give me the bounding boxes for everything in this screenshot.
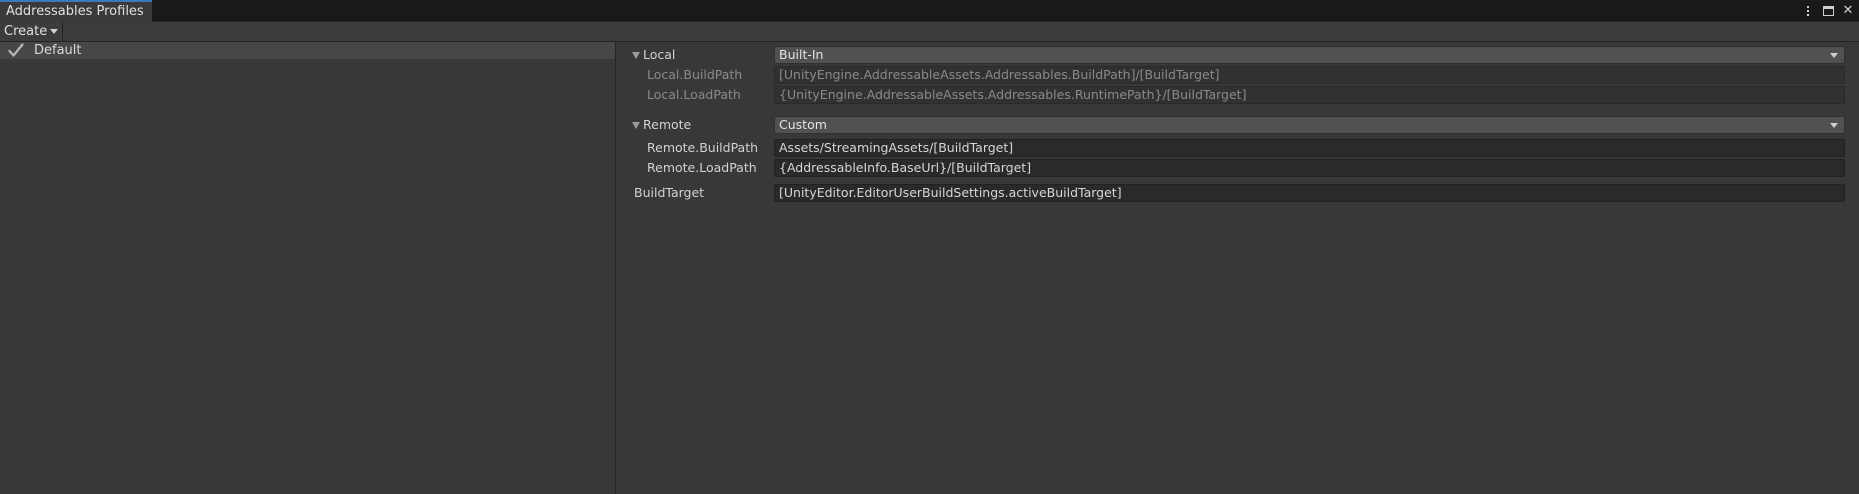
build-target-row: BuildTarget [UnityEditor.EditorUserBuild… <box>617 184 1859 202</box>
remote-build-path-row: Remote.BuildPath Assets/StreamingAssets/… <box>617 139 1859 157</box>
remote-type-dropdown[interactable]: Custom <box>774 116 1845 134</box>
remote-group-row: Remote Custom <box>617 116 1859 134</box>
profile-name: Default <box>34 43 82 58</box>
checkmark-icon <box>8 43 24 57</box>
foldout-arrow-icon[interactable] <box>632 52 640 59</box>
chevron-down-icon <box>50 29 59 34</box>
local-build-path-field: [UnityEngine.AddressableAssets.Addressab… <box>774 66 1845 84</box>
profile-list: Default <box>0 42 616 494</box>
create-button-label: Create <box>4 24 48 39</box>
local-type-value: Built-In <box>779 47 824 62</box>
kebab-menu-icon[interactable] <box>1801 3 1815 19</box>
local-load-path-field: {UnityEngine.AddressableAssets.Addressab… <box>774 86 1845 104</box>
remote-type-value: Custom <box>779 117 827 132</box>
local-group-row: Local Built-In <box>617 46 1859 64</box>
close-icon[interactable]: ✕ <box>1841 3 1855 19</box>
foldout-arrow-icon[interactable] <box>632 122 640 129</box>
chevron-down-icon <box>1830 123 1838 128</box>
profile-settings: Local Built-In Local.BuildPath [UnityEng… <box>617 42 1859 494</box>
remote-build-path-label: Remote.BuildPath <box>647 140 759 155</box>
tab-title: Addressables Profiles <box>6 4 144 19</box>
window-tools: ✕ <box>1801 2 1855 20</box>
local-load-path-label: Local.LoadPath <box>647 87 741 102</box>
local-load-path-row: Local.LoadPath {UnityEngine.AddressableA… <box>617 86 1859 104</box>
build-target-label: BuildTarget <box>634 185 705 200</box>
create-button[interactable]: Create <box>0 22 64 41</box>
toolbar: Create <box>0 22 1859 42</box>
tab-addressables-profiles[interactable]: Addressables Profiles <box>0 0 152 22</box>
local-build-path-row: Local.BuildPath [UnityEngine.Addressable… <box>617 66 1859 84</box>
profile-item-default[interactable]: Default <box>0 42 615 59</box>
remote-group-label[interactable]: Remote <box>643 116 691 134</box>
local-group-label[interactable]: Local <box>643 46 675 64</box>
remote-load-path-row: Remote.LoadPath {AddressableInfo.BaseUrl… <box>617 159 1859 177</box>
remote-load-path-field[interactable]: {AddressableInfo.BaseUrl}/[BuildTarget] <box>774 159 1845 177</box>
local-type-dropdown[interactable]: Built-In <box>774 46 1845 64</box>
chevron-down-icon <box>1830 53 1838 58</box>
remote-build-path-field[interactable]: Assets/StreamingAssets/[BuildTarget] <box>774 139 1845 157</box>
local-build-path-label: Local.BuildPath <box>647 67 743 82</box>
remote-load-path-label: Remote.LoadPath <box>647 160 757 175</box>
build-target-field[interactable]: [UnityEditor.EditorUserBuildSettings.act… <box>774 184 1845 202</box>
maximize-icon[interactable] <box>1821 3 1835 19</box>
window-tab-bar: Addressables Profiles ✕ <box>0 0 1859 22</box>
